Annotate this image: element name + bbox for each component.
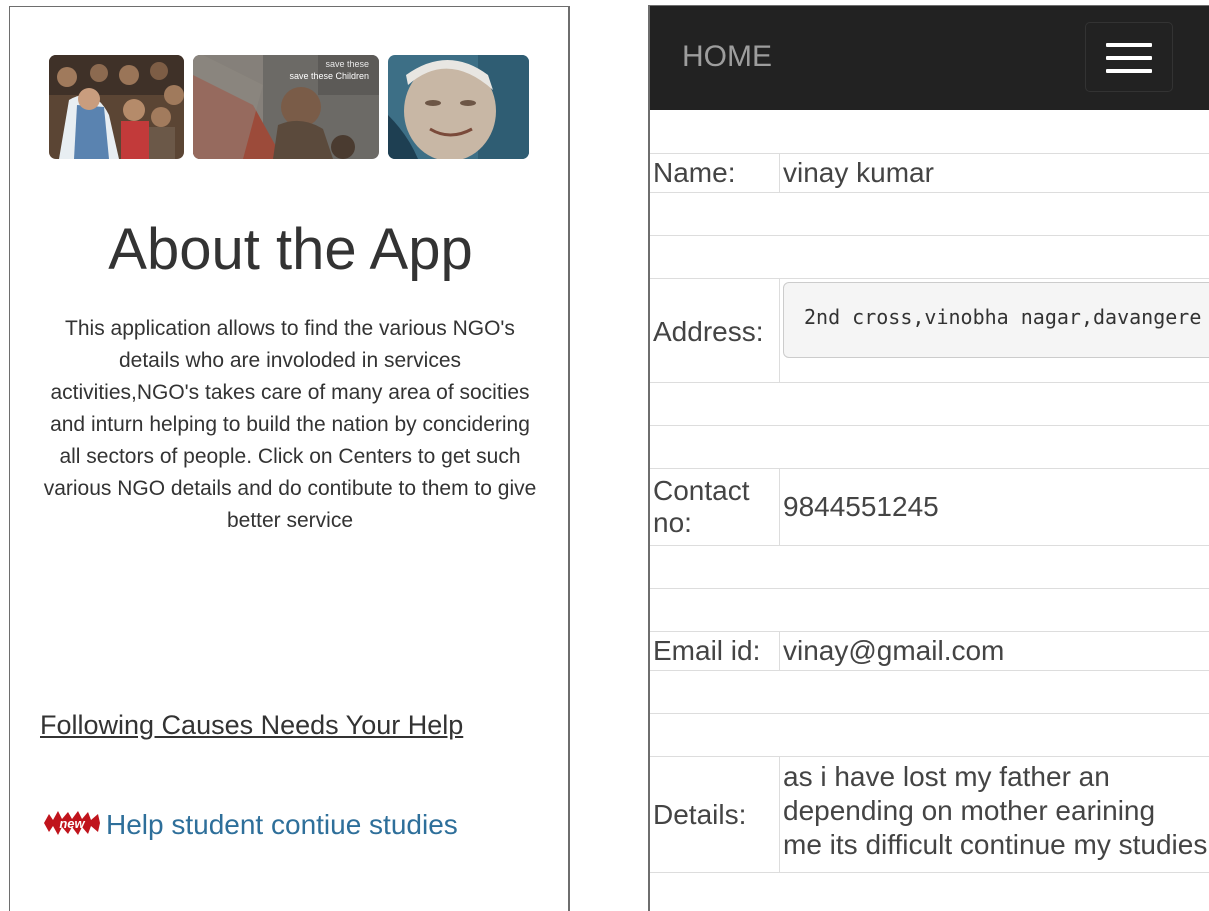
banner-image-3	[388, 55, 529, 159]
about-description: This application allows to find the vari…	[43, 317, 537, 532]
table-divider	[650, 545, 1209, 546]
table-divider	[650, 588, 1209, 589]
column-divider	[779, 153, 780, 192]
table-divider	[650, 631, 1209, 632]
banner-image-2: save these save these Children	[193, 55, 379, 159]
cause-link-help-student[interactable]: new Help student contiue studies	[40, 807, 540, 843]
table-divider	[650, 713, 1209, 714]
table-divider	[650, 425, 1209, 426]
table-divider	[650, 670, 1209, 671]
details-label: Details:	[653, 799, 747, 830]
navbar: HOME	[650, 6, 1209, 110]
column-divider	[779, 278, 780, 382]
table-divider	[650, 192, 1209, 193]
new-badge-text: new	[59, 816, 85, 831]
table-divider	[650, 278, 1209, 279]
contact-value: 9844551245	[783, 491, 939, 522]
address-value: 2nd cross,vinobha nagar,davangere	[783, 282, 1209, 358]
table-divider	[650, 153, 1209, 154]
table-divider	[650, 872, 1209, 873]
details-panel: HOME Name: vinay kumar Address: 2nd cros…	[648, 5, 1209, 911]
email-label: Email id:	[653, 635, 761, 666]
column-divider	[779, 631, 780, 670]
column-divider	[779, 756, 780, 872]
details-line-3: me its difficult continue my studies	[783, 829, 1208, 860]
details-line-2: depending on mother earining	[783, 795, 1156, 826]
name-value: vinay kumar	[783, 157, 934, 188]
contact-label-line2: no:	[653, 507, 692, 538]
email-value: vinay@gmail.com	[783, 635, 1005, 666]
svg-text:save these: save these	[325, 59, 369, 69]
table-divider	[650, 468, 1209, 469]
name-label: Name:	[653, 157, 736, 188]
details-line-1: as i have lost my father an	[783, 761, 1110, 792]
contact-label-line1: Contact	[653, 475, 750, 506]
banner-image-1	[49, 55, 184, 159]
banner-caption: save these Children	[289, 71, 369, 81]
about-title: About the App	[108, 217, 473, 282]
nav-home-link[interactable]: HOME	[682, 40, 772, 74]
new-badge-icon: new	[40, 809, 104, 837]
table-divider	[650, 382, 1209, 383]
table-divider	[650, 756, 1209, 757]
banner-images: save these save these Children	[49, 55, 529, 159]
cause-link-label: Help student contiue studies	[106, 809, 458, 840]
causes-heading: Following Causes Needs Your Help	[40, 710, 464, 740]
address-label: Address:	[653, 316, 764, 347]
column-divider	[779, 468, 780, 545]
hamburger-menu-button[interactable]	[1085, 22, 1173, 92]
table-divider	[650, 235, 1209, 236]
about-panel: save these save these Children About the…	[9, 6, 570, 911]
